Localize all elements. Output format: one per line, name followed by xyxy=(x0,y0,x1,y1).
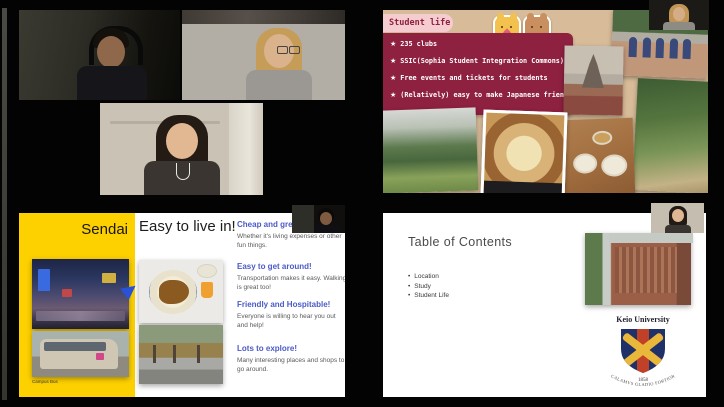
glasses-icon xyxy=(267,46,301,53)
bullet-row: ★ Free events and tickets for students xyxy=(390,74,573,91)
keio-crest-svg: 1858 CALAMVS GLADIO FORTIOR xyxy=(603,325,683,395)
toc-item: • Study xyxy=(408,283,449,293)
webcam-thumb-participant-2[interactable] xyxy=(649,0,709,30)
bullet-dot-icon: • xyxy=(408,292,410,299)
video-tile-participant-1[interactable] xyxy=(19,10,180,100)
photo-curry-plate xyxy=(139,260,223,323)
slide-student-life: Student life ★ 235 clubs ★ SSIC(Sophia S… xyxy=(383,10,708,193)
photo-keio-building xyxy=(585,233,691,305)
photo-mountain-village xyxy=(383,107,478,193)
sendai-point-4: Lots to explore! Many interesting places… xyxy=(237,344,345,374)
photo-autumn-street xyxy=(139,325,223,384)
photo-campus-bus xyxy=(32,331,129,377)
bullet-row: ★ (Relatively) easy to make Japanese fri… xyxy=(390,91,573,108)
star-icon: ★ xyxy=(390,57,396,65)
photo-ramen-bowl xyxy=(480,110,567,193)
slide-sendai: Sendai Campus Bus Easy to live in! Cheap… xyxy=(19,213,345,397)
photo-castle-crowd xyxy=(563,45,623,115)
necklace-icon xyxy=(176,163,190,180)
photo-night-city-crossing xyxy=(32,259,129,329)
slide-table-of-contents: Table of Contents • Location • Study • S… xyxy=(383,213,706,397)
university-name: Keio University xyxy=(597,315,689,324)
bus-caption: Campus Bus xyxy=(32,379,58,384)
star-icon: ★ xyxy=(390,40,396,48)
toc-item: • Location xyxy=(408,273,449,283)
toc-item: • Student Life xyxy=(408,292,449,302)
photo-garden-path xyxy=(632,78,708,193)
webcam-thumb-participant-1[interactable] xyxy=(292,205,345,233)
video-tile-participant-3[interactable] xyxy=(100,103,263,195)
sendai-city-title: Sendai xyxy=(19,221,128,238)
sendai-point-3: Friendly and Hospitable! Everyone is wil… xyxy=(237,300,345,330)
photo-meal-on-table xyxy=(562,118,636,193)
curtain-background xyxy=(229,103,263,195)
toc-list: • Location • Study • Student Life xyxy=(408,273,449,302)
student-life-title: Student life xyxy=(389,18,450,28)
shelf-background xyxy=(182,10,345,24)
bullet-row: ★ 235 clubs xyxy=(390,40,573,57)
student-life-bullet-panel: ★ 235 clubs ★ SSIC(Sophia Student Integr… xyxy=(383,33,573,115)
bullet-dot-icon: • xyxy=(408,283,410,290)
toc-title: Table of Contents xyxy=(408,235,512,249)
keio-crest: 1858 CALAMVS GLADIO FORTIOR xyxy=(603,325,683,395)
star-icon: ★ xyxy=(390,91,396,99)
webcam-thumb-participant-3[interactable] xyxy=(651,203,704,233)
sendai-heading: Easy to live in! xyxy=(139,218,239,237)
window-left-edge xyxy=(2,8,7,400)
bullet-dot-icon: • xyxy=(408,273,410,280)
video-tile-participant-2[interactable] xyxy=(182,10,345,100)
sendai-point-2: Easy to get around! Transportation makes… xyxy=(237,262,345,292)
bullet-row: ★ SSIC(Sophia Student Integration Common… xyxy=(390,57,573,74)
student-life-title-box: Student life xyxy=(383,14,453,32)
star-icon: ★ xyxy=(390,74,396,82)
